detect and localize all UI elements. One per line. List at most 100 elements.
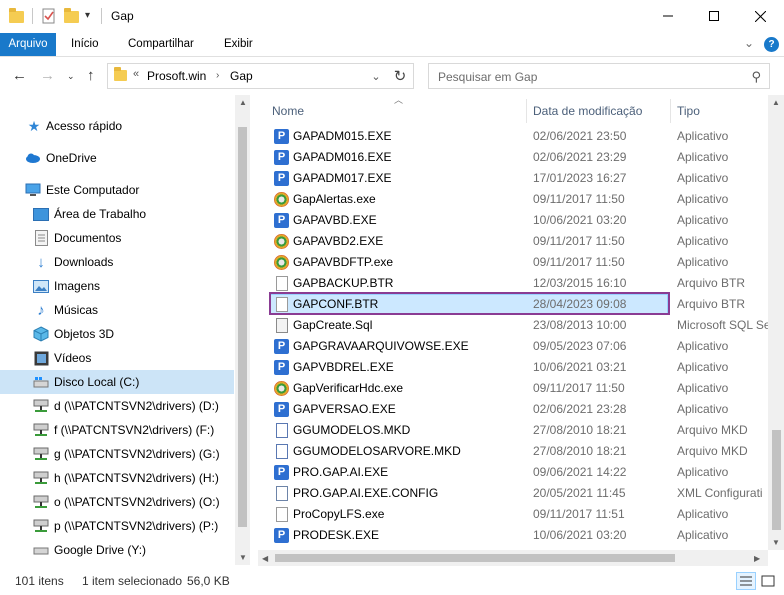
- file-date: 10/06/2021 03:21: [533, 360, 627, 374]
- file-row[interactable]: P GAPAVBD.EXE 10/06/2021 03:20 Aplicativo: [258, 210, 784, 231]
- nav-drive-d[interactable]: d (\\PATCNTSVN2\drivers) (D:): [0, 394, 234, 418]
- nav-disco-local-c[interactable]: Disco Local (C:): [0, 370, 234, 394]
- file-icon: [276, 507, 288, 522]
- nav-label: Disco Local (C:): [54, 375, 140, 389]
- maximize-button[interactable]: [691, 0, 737, 32]
- file-row[interactable]: GGUMODELOSARVORE.MKD 27/08/2010 18:21 Arqu…: [258, 441, 784, 462]
- file-date: 17/01/2023 16:27: [533, 171, 627, 185]
- tab-arquivo[interactable]: Arquivo: [0, 33, 56, 56]
- file-row[interactable]: GGUMODELOS.MKD 27/08/2010 18:21 Arquivo MK…: [258, 420, 784, 441]
- forward-button[interactable]: →: [40, 67, 55, 84]
- file-row[interactable]: GapAlertas.exe 09/11/2017 11:50 Aplicativo: [258, 189, 784, 210]
- nav-drive-f[interactable]: f (\\PATCNTSVN2\drivers) (F:): [0, 418, 234, 442]
- search-input[interactable]: Pesquisar em Gap ⚲: [428, 63, 770, 89]
- computer-icon: [25, 182, 41, 198]
- file-row[interactable]: P GAPADM017.EXE 17/01/2023 16:27 Aplicativo: [258, 168, 784, 189]
- file-date: 23/08/2013 10:00: [533, 318, 627, 332]
- file-date: 27/08/2010 18:21: [533, 444, 627, 458]
- nav-label: Google Drive (Y:): [54, 543, 147, 557]
- chevron-icon[interactable]: «: [133, 68, 139, 80]
- file-row[interactable]: GapVerificarHdc.exe 09/11/2017 11:50 Aplic…: [258, 378, 784, 399]
- file-row[interactable]: ProCopyLFS.exe 09/11/2017 11:51 Aplicativo: [258, 504, 784, 525]
- selection-count: 1 item selecionado: [82, 574, 183, 588]
- tab-compartilhar[interactable]: Compartilhar: [119, 33, 203, 56]
- scroll-up-arrow-icon[interactable]: ▲: [772, 98, 780, 107]
- horizontal-scrollbar[interactable]: ◀ ▶: [258, 550, 768, 566]
- breadcrumb-separator-icon[interactable]: ›: [216, 70, 219, 81]
- breadcrumb-prosoft[interactable]: Prosoft.win: [147, 69, 206, 83]
- nav-imagens[interactable]: Imagens: [0, 274, 234, 298]
- nav-musicas[interactable]: ♪ Músicas: [0, 298, 234, 322]
- file-row[interactable]: P PRO.GAP.AI.EXE 09/06/2021 14:22 Aplicativ…: [258, 462, 784, 483]
- breadcrumb-gap[interactable]: Gap: [230, 69, 253, 83]
- nav-label: p (\\PATCNTSVN2\drivers) (P:): [54, 519, 219, 533]
- nav-documentos[interactable]: Documentos: [0, 226, 234, 250]
- nav-objetos-3d[interactable]: Objetos 3D: [0, 322, 234, 346]
- star-icon: ★: [27, 117, 41, 134]
- address-bar[interactable]: « Prosoft.win › Gap ⌄: [107, 63, 414, 89]
- column-header-name[interactable]: Nome: [272, 104, 304, 128]
- file-list-scrollbar[interactable]: ▲ ▼: [768, 95, 784, 550]
- scrollbar-thumb[interactable]: [275, 554, 675, 562]
- nav-drive-h[interactable]: h (\\PATCNTSVN2\drivers) (H:): [0, 466, 234, 490]
- scroll-right-arrow-icon[interactable]: ▶: [754, 554, 760, 563]
- file-row[interactable]: P GAPGRAVAARQUIVOWSE.EXE 09/05/2023 07:06 A…: [258, 336, 784, 357]
- file-row[interactable]: P PRODESK.EXE 10/06/2021 03:20 Aplicativo: [258, 525, 784, 546]
- file-row[interactable]: GAPAVBD2.EXE 09/11/2017 11:50 Aplicativo: [258, 231, 784, 252]
- expand-ribbon-icon[interactable]: ⌄: [744, 36, 754, 50]
- tab-inicio[interactable]: Início: [62, 33, 108, 56]
- nav-downloads[interactable]: ↓ Downloads: [0, 250, 234, 274]
- nav-drive-o[interactable]: o (\\PATCNTSVN2\drivers) (O:): [0, 490, 234, 514]
- window-title: Gap: [111, 9, 134, 23]
- nav-label: f (\\PATCNTSVN2\drivers) (F:): [54, 423, 215, 437]
- file-row[interactable]: P GAPVBDREL.EXE 10/06/2021 03:21 Aplicativo: [258, 357, 784, 378]
- nav-google-drive-y[interactable]: Google Drive (Y:): [0, 538, 234, 562]
- address-dropdown-icon[interactable]: ⌄: [363, 64, 389, 88]
- file-type: Aplicativo: [677, 528, 729, 542]
- ribbon: Arquivo Início Compartilhar Exibir ⌄ ?: [0, 33, 784, 57]
- refresh-button[interactable]: ↻: [387, 63, 414, 89]
- scrollbar-thumb[interactable]: [772, 430, 781, 530]
- nav-area-de-trabalho[interactable]: Área de Trabalho: [0, 202, 234, 226]
- application-icon: P: [274, 171, 289, 186]
- nav-videos[interactable]: Vídeos: [0, 346, 234, 370]
- column-header-type[interactable]: Tipo: [677, 104, 700, 128]
- nav-drive-g[interactable]: g (\\PATCNTSVN2\drivers) (G:): [0, 442, 234, 466]
- scroll-down-arrow-icon[interactable]: ▼: [239, 553, 247, 562]
- tab-exibir[interactable]: Exibir: [215, 33, 262, 56]
- nav-acesso-rapido[interactable]: ★ Acesso rápido: [0, 114, 234, 138]
- file-row-selected[interactable]: GAPCONF.BTR 28/04/2023 09:08 Arquivo BTR: [258, 292, 784, 315]
- nav-este-computador[interactable]: Este Computador: [0, 178, 234, 202]
- file-row[interactable]: PRO.GAP.AI.EXE.CONFIG 20/05/2021 11:45 XML…: [258, 483, 784, 504]
- file-row[interactable]: GAPBACKUP.BTR 12/03/2015 16:10 Arquivo BTR: [258, 273, 784, 294]
- new-folder-icon[interactable]: [64, 8, 80, 24]
- cube-icon: [33, 326, 49, 342]
- minimize-button[interactable]: [645, 0, 691, 32]
- config-file-icon: [276, 486, 288, 501]
- nav-onedrive[interactable]: OneDrive: [0, 146, 234, 170]
- details-view-button[interactable]: [736, 572, 756, 590]
- help-icon[interactable]: ?: [764, 37, 779, 52]
- file-row[interactable]: GAPAVBDFTP.exe 09/11/2017 11:50 Aplicativo: [258, 252, 784, 273]
- scroll-up-arrow-icon[interactable]: ▲: [239, 98, 247, 107]
- file-row[interactable]: P GAPADM015.EXE 02/06/2021 23:50 Aplicativo: [258, 126, 784, 147]
- up-button[interactable]: ↑: [87, 67, 95, 84]
- file-date: 02/06/2021 23:28: [533, 402, 627, 416]
- customize-quick-access-icon[interactable]: ▾: [85, 10, 101, 26]
- scrollbar-thumb[interactable]: [238, 127, 247, 527]
- large-icons-view-button[interactable]: [758, 572, 778, 590]
- file-row[interactable]: P GAPVERSAO.EXE 02/06/2021 23:28 Aplicativo: [258, 399, 784, 420]
- close-button[interactable]: [737, 0, 783, 32]
- nav-scrollbar[interactable]: ▲ ▼: [235, 95, 250, 565]
- scroll-left-arrow-icon[interactable]: ◀: [262, 554, 268, 563]
- nav-drive-p[interactable]: p (\\PATCNTSVN2\drivers) (P:): [0, 514, 234, 538]
- recent-locations-icon[interactable]: ⌄: [67, 71, 75, 82]
- back-button[interactable]: ←: [12, 67, 27, 84]
- scroll-down-arrow-icon[interactable]: ▼: [772, 538, 780, 547]
- file-row[interactable]: P GAPADM016.EXE 02/06/2021 23:29 Aplicativo: [258, 147, 784, 168]
- properties-icon[interactable]: [41, 8, 57, 24]
- column-header-date[interactable]: Data de modificação: [533, 104, 642, 128]
- file-name: PRO.GAP.AI.EXE: [293, 465, 389, 479]
- file-name: GAPADM015.EXE: [293, 129, 392, 143]
- file-row[interactable]: GapCreate.Sql 23/08/2013 10:00 Microsoft S…: [258, 315, 784, 336]
